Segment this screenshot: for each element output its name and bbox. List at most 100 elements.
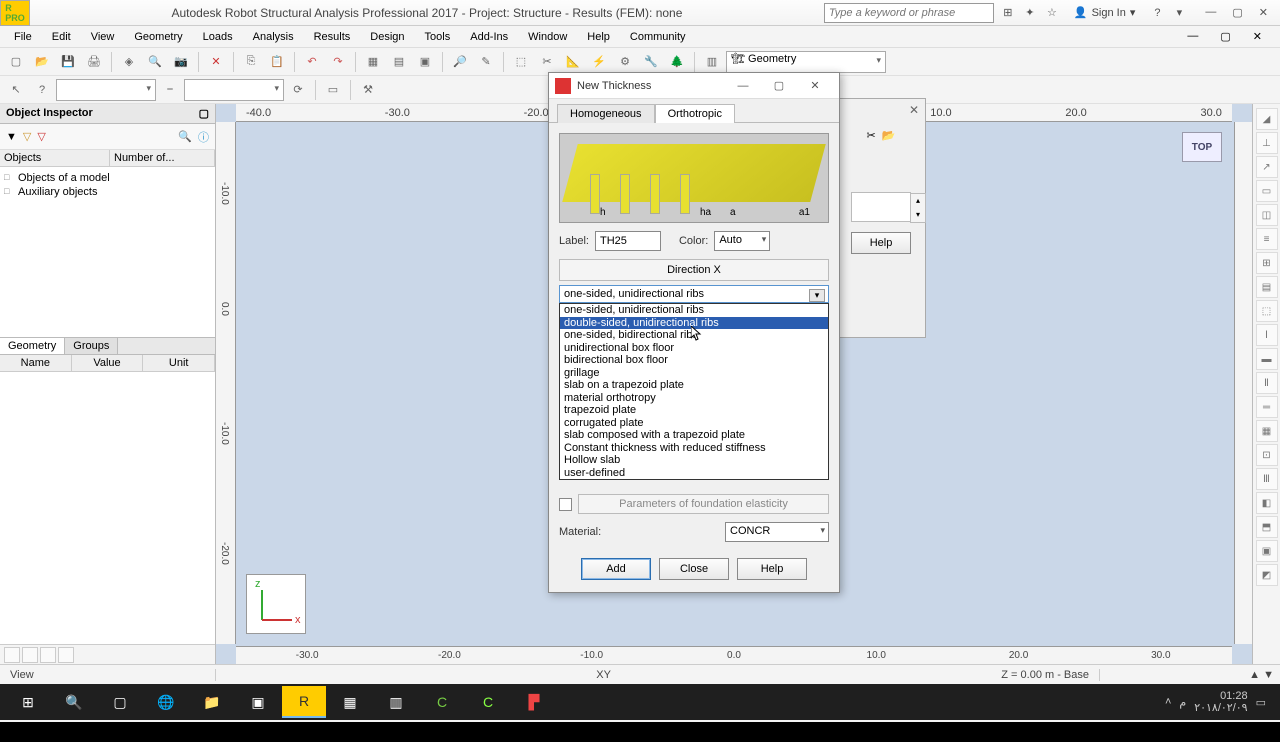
save-icon[interactable]: 💾 [56, 50, 80, 74]
bt-4[interactable] [58, 647, 74, 663]
menu-help[interactable]: Help [577, 29, 620, 45]
bt-1[interactable] [4, 647, 20, 663]
help-icon[interactable]: ? [1149, 5, 1165, 21]
dialog-minimize-button[interactable]: — [725, 75, 761, 97]
clear-filter-icon[interactable]: ▽ [37, 130, 45, 143]
close-button[interactable]: ✕ [1259, 6, 1268, 19]
zoom-icon[interactable]: 🔍 [143, 50, 167, 74]
rt-20[interactable]: ◩ [1256, 564, 1278, 586]
foundation-checkbox[interactable] [559, 498, 572, 511]
menu-addins[interactable]: Add-Ins [460, 29, 518, 45]
option[interactable]: slab composed with a trapezoid plate [560, 429, 828, 442]
level-up-icon[interactable]: ▲ [1249, 669, 1260, 681]
option[interactable]: corrugated plate [560, 417, 828, 430]
layout-combo[interactable]: 🏗 Geometry [726, 51, 886, 73]
option[interactable]: bidirectional box floor [560, 354, 828, 367]
bt-3[interactable] [40, 647, 56, 663]
print-icon[interactable]: 🖨 [82, 50, 106, 74]
close-button[interactable]: Close [659, 558, 729, 580]
doc-close-button[interactable]: ✕ [1243, 28, 1272, 45]
chrome-icon[interactable]: 🌐 [144, 686, 188, 718]
copy-icon[interactable]: ⎘ [239, 50, 263, 74]
material-select[interactable]: CONCR [725, 522, 829, 542]
rt-7[interactable]: ⊞ [1256, 252, 1278, 274]
search-taskbar-icon[interactable]: 🔍 [52, 686, 96, 718]
tree-item[interactable]: Objects of a model [4, 171, 211, 185]
bar-icon[interactable]: ⎯ [158, 78, 182, 102]
app-taskbar-1[interactable]: ▣ [236, 686, 280, 718]
find-icon[interactable]: 🔎 [448, 50, 472, 74]
tray-clock[interactable]: 01:28 ٢٠١٨/٠٢/٠٩ [1194, 690, 1247, 714]
tray-lang[interactable]: م [1179, 696, 1186, 709]
rt-17[interactable]: ◧ [1256, 492, 1278, 514]
menu-window[interactable]: Window [518, 29, 577, 45]
select-icon[interactable]: ⬚ [509, 50, 533, 74]
tab-geometry[interactable]: Geometry [0, 338, 65, 354]
foundation-params-button[interactable]: Parameters of foundation elasticity [578, 494, 829, 514]
option[interactable]: slab on a trapezoid plate [560, 379, 828, 392]
tree-item[interactable]: Auxiliary objects [4, 185, 211, 199]
rib-type-dropdown[interactable]: one-sided, unidirectional ribs double-si… [559, 303, 829, 480]
scissors-icon[interactable]: ✂ [867, 129, 876, 142]
option[interactable]: user-defined [560, 467, 828, 480]
tool-icon[interactable]: ⚒ [356, 78, 380, 102]
refresh-icon[interactable]: ⟳ [286, 78, 310, 102]
camera-icon[interactable]: 📷 [169, 50, 193, 74]
rt-16[interactable]: Ⅲ [1256, 468, 1278, 490]
app-taskbar-4[interactable]: C [420, 686, 464, 718]
option[interactable]: unidirectional box floor [560, 342, 828, 355]
add-button[interactable]: Add [581, 558, 651, 580]
selection-combo-2[interactable] [184, 79, 284, 101]
pdf-taskbar-icon[interactable]: ▛ [512, 686, 556, 718]
spinner-input[interactable] [851, 192, 911, 222]
taskview-icon[interactable]: ▢ [98, 686, 142, 718]
help-button[interactable]: Help [851, 232, 911, 254]
tab-homogeneous[interactable]: Homogeneous [557, 104, 655, 123]
folder-icon[interactable]: 📂 [882, 129, 896, 142]
tray-up-icon[interactable]: ˄ [1165, 696, 1171, 708]
menu-edit[interactable]: Edit [42, 29, 81, 45]
info-icon[interactable]: ⓘ [198, 129, 209, 145]
wrench-icon[interactable]: 🔧 [639, 50, 663, 74]
scrollbar-vertical[interactable] [1234, 122, 1252, 644]
rt-15[interactable]: ⊡ [1256, 444, 1278, 466]
object-tree[interactable]: Objects of a model Auxiliary objects [0, 167, 215, 337]
menu-tools[interactable]: Tools [415, 29, 461, 45]
table-icon[interactable]: ▦ [361, 50, 385, 74]
rt-2[interactable]: ⊥ [1256, 132, 1278, 154]
tab-orthotropic[interactable]: Orthotropic [655, 104, 735, 123]
rt-8[interactable]: ▤ [1256, 276, 1278, 298]
rt-13[interactable]: ═ [1256, 396, 1278, 418]
dialog2-close-icon[interactable]: ✕ [909, 103, 919, 117]
cube-icon[interactable]: ◈ [117, 50, 141, 74]
menu-community[interactable]: Community [620, 29, 696, 45]
calc-icon[interactable]: ▣ [413, 50, 437, 74]
level-down-icon[interactable]: ▼ [1263, 669, 1274, 681]
funnel-icon[interactable]: ▽ [23, 130, 31, 143]
grid-icon[interactable]: ⊞ [1000, 5, 1016, 21]
section-icon[interactable]: ▭ [321, 78, 345, 102]
pick-arrow-icon[interactable]: ↖ [4, 78, 28, 102]
option[interactable]: one-sided, bidirectional ribs [560, 329, 828, 342]
rt-10[interactable]: Ⅰ [1256, 324, 1278, 346]
pointer-icon[interactable]: ✦ [1022, 5, 1038, 21]
menu-analysis[interactable]: Analysis [243, 29, 304, 45]
bt-2[interactable] [22, 647, 38, 663]
question-icon[interactable]: ? [30, 78, 54, 102]
notifications-icon[interactable]: ▭ [1256, 696, 1266, 709]
layout-icon[interactable]: ▥ [700, 50, 724, 74]
start-button[interactable]: ⊞ [6, 686, 50, 718]
app-taskbar-2[interactable]: ▦ [328, 686, 372, 718]
rt-9[interactable]: ⬚ [1256, 300, 1278, 322]
rt-18[interactable]: ⬒ [1256, 516, 1278, 538]
option[interactable]: one-sided, unidirectional ribs [560, 304, 828, 317]
paste-icon[interactable]: 📋 [265, 50, 289, 74]
rt-12[interactable]: Ⅱ [1256, 372, 1278, 394]
menu-design[interactable]: Design [360, 29, 414, 45]
rt-3[interactable]: ↗ [1256, 156, 1278, 178]
rt-6[interactable]: ≡ [1256, 228, 1278, 250]
tab-groups[interactable]: Groups [65, 338, 118, 354]
rt-5[interactable]: ◫ [1256, 204, 1278, 226]
option[interactable]: trapezoid plate [560, 404, 828, 417]
dialog-close-button[interactable]: ✕ [797, 75, 833, 97]
